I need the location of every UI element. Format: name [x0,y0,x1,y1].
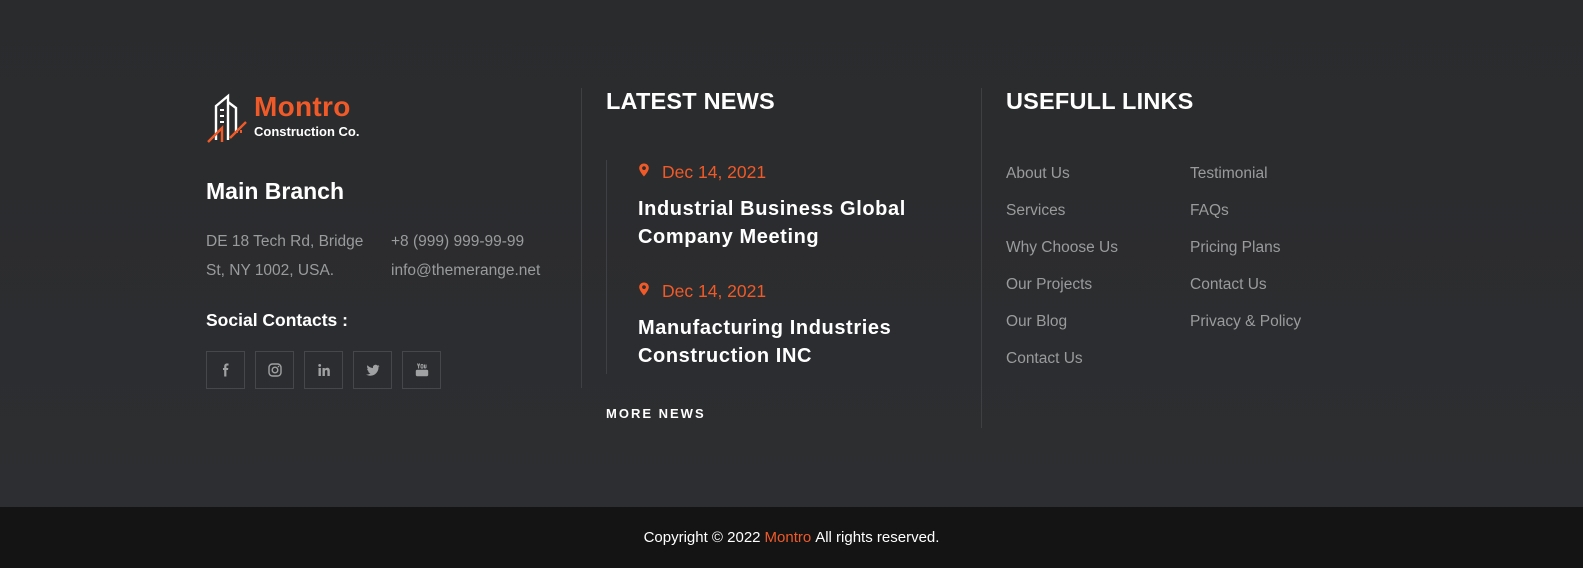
instagram-icon [267,363,282,377]
twitter-button[interactable] [353,351,392,389]
footer-link-our-blog[interactable]: Our Blog [1006,311,1190,348]
youtube-button[interactable] [402,351,441,389]
social-links [206,351,451,389]
news-item: Dec 14, 2021 Industrial Business Global … [638,162,938,251]
footer-link-about-us[interactable]: About Us [1006,163,1190,200]
footer-link-services[interactable]: Services [1006,200,1190,237]
logo[interactable]: Montro Construction Co. [206,92,359,144]
email-link[interactable]: info@themerange.net [391,256,540,285]
news-date-text: Dec 14, 2021 [662,162,767,182]
branch-title: Main Branch [206,178,345,204]
logo-name: Montro [254,91,351,122]
links-list: Testimonial FAQs Pricing Plans Contact U… [1190,163,1374,385]
footer-link-contact-us[interactable]: Contact Us [1190,274,1374,311]
news-date: Dec 14, 2021 [638,162,938,183]
links-list: About Us Services Why Choose Us Our Proj… [1006,163,1190,385]
footer-link-contact-us[interactable]: Contact Us [1006,348,1190,385]
news-item: Dec 14, 2021 Manufacturing Industries Co… [638,281,938,370]
news-date-text: Dec 14, 2021 [662,281,767,301]
branch-address: DE 18 Tech Rd, Bridge St, NY 1002, USA. [206,227,376,285]
branch-contact: +8 (999) 999-99-99 info@themerange.net [391,227,540,285]
twitter-icon [365,364,379,376]
footer-main: Montro Construction Co. Main Branch DE 1… [0,0,1583,507]
links-grid: About Us Services Why Choose Us Our Proj… [1006,163,1374,385]
column-divider [581,88,582,388]
map-pin-icon [639,282,649,295]
copyright-brand-link[interactable]: Montro [765,529,812,546]
social-title: Social Contacts : [206,310,348,330]
footer-link-why-choose-us[interactable]: Why Choose Us [1006,237,1190,274]
youtube-icon [415,363,428,377]
news-section-title: LATEST NEWS [606,88,775,114]
address-line: DE 18 Tech Rd, Bridge [206,233,364,250]
footer-link-faqs[interactable]: FAQs [1190,200,1374,237]
news-title-link[interactable]: Industrial Business Global Company Meeti… [638,195,938,251]
news-list: Dec 14, 2021 Industrial Business Global … [606,160,966,374]
linkedin-icon [317,364,330,376]
copyright-suffix: All rights reserved. [815,529,940,546]
instagram-button[interactable] [255,351,294,389]
address-line: St, NY 1002, USA. [206,262,335,279]
copyright-bar: Copyright © 2022 Montro All rights reser… [0,507,1583,568]
news-date: Dec 14, 2021 [638,281,938,302]
column-divider [981,88,982,428]
phone-link[interactable]: +8 (999) 999-99-99 [391,227,540,256]
footer-link-our-projects[interactable]: Our Projects [1006,274,1190,311]
footer-link-testimonial[interactable]: Testimonial [1190,163,1374,200]
building-logo-icon [207,93,247,143]
copyright-prefix: Copyright © 2022 [643,529,761,546]
footer-link-pricing-plans[interactable]: Pricing Plans [1190,237,1374,274]
linkedin-button[interactable] [304,351,343,389]
footer-link-privacy-policy[interactable]: Privacy & Policy [1190,311,1374,348]
more-news-link[interactable]: MORE NEWS [606,406,706,421]
facebook-button[interactable] [206,351,245,389]
links-section-title: USEFULL LINKS [1006,88,1194,114]
news-title-link[interactable]: Manufacturing Industries Construction IN… [638,314,938,370]
map-pin-icon [639,163,649,176]
logo-tagline: Construction Co. [254,124,360,139]
facebook-icon [222,363,228,377]
